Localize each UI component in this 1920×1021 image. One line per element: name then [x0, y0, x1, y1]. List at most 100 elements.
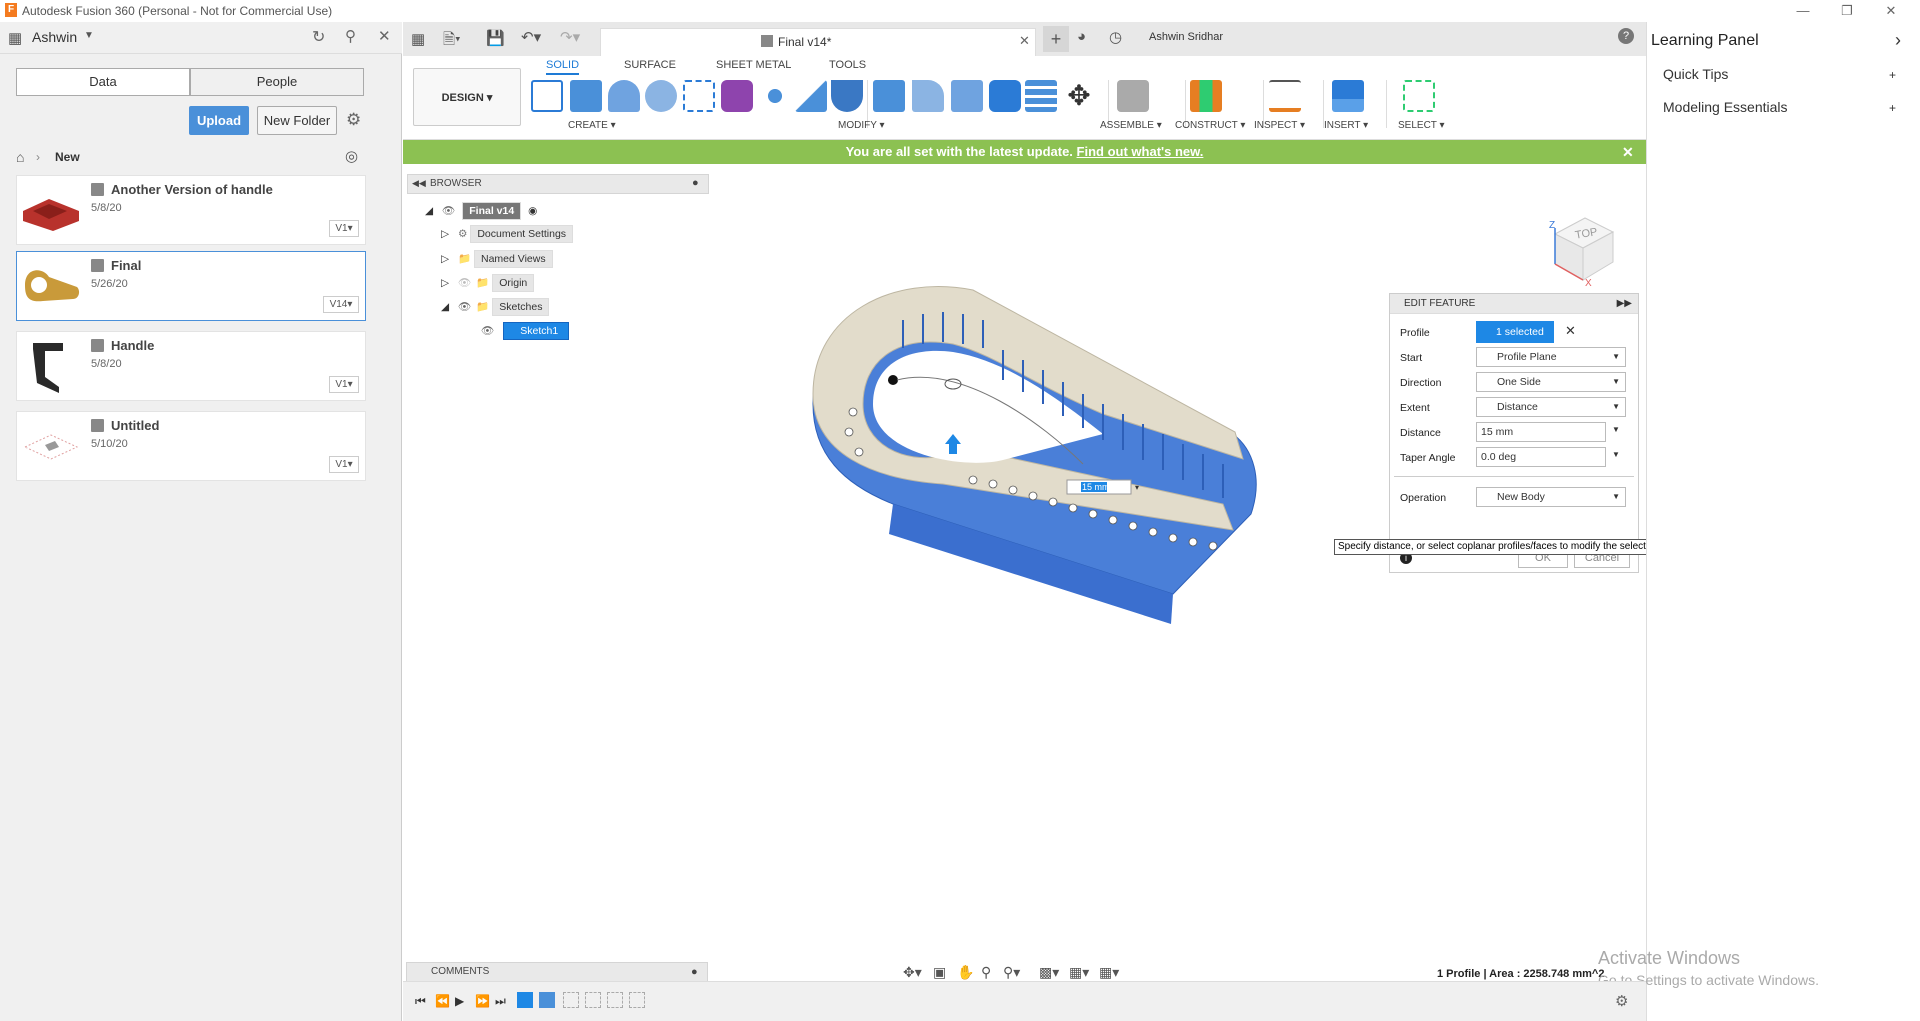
version-badge[interactable]: V1▾ [329, 456, 359, 473]
tab-surface[interactable]: SURFACE [624, 59, 676, 71]
job-status-icon[interactable]: ◷ [1109, 28, 1122, 46]
viewcube[interactable]: TOP Z X [1535, 204, 1625, 294]
user-menu[interactable]: Ashwin [32, 29, 77, 45]
expand-arrow-icon[interactable]: ▷ [441, 228, 449, 240]
expand-plus-icon[interactable]: + [1889, 101, 1896, 115]
grid-apps-icon[interactable]: ▦ [411, 30, 425, 48]
pattern-icon[interactable] [759, 80, 791, 112]
workspace-switcher[interactable]: DESIGN ▾ [413, 68, 521, 126]
dropdown-arrow-icon[interactable]: ▼ [1612, 425, 1620, 434]
file-menu-icon[interactable]: 🗎▾ [443, 29, 461, 54]
file-card[interactable]: Final 5/26/20 V14▾ [16, 251, 366, 321]
tree-item-sketch1[interactable]: 👁 Sketch1 [481, 322, 570, 342]
direction-select[interactable]: One Side ▼ [1476, 372, 1626, 392]
dropdown-arrow-icon[interactable]: ▼ [1612, 450, 1620, 459]
file-card[interactable]: Untitled 5/10/20 V1▾ [16, 411, 366, 481]
pan-hand-icon[interactable]: ✋ [957, 964, 974, 981]
dimension-input[interactable]: 15 mm [1082, 482, 1110, 492]
expand-plus-icon[interactable]: + [1889, 68, 1896, 82]
eye-icon[interactable]: 👁 [481, 325, 494, 337]
model-viewport[interactable]: 15 mm ▾ [803, 284, 1363, 784]
step-back-icon[interactable]: ⏪ [435, 994, 450, 1008]
joint-icon[interactable] [1117, 80, 1149, 112]
comments-panel[interactable]: COMMENTS ● [406, 962, 708, 982]
close-tab-icon[interactable]: ✕ [1019, 33, 1030, 49]
fillet-icon[interactable] [912, 80, 944, 112]
inspect-menu[interactable]: INSPECT ▾ [1254, 120, 1305, 131]
save-icon[interactable]: 💾 [486, 29, 505, 47]
timeline-sketch-feature[interactable] [517, 992, 533, 1008]
add-comment-icon[interactable]: ● [691, 963, 698, 981]
eye-icon[interactable]: 👁 [442, 205, 455, 217]
settings-gear-icon[interactable]: ⚙ [346, 110, 361, 130]
revolve-icon[interactable] [608, 80, 640, 112]
minimize-button[interactable]: — [1790, 2, 1816, 20]
new-tab-button[interactable]: + [1043, 26, 1069, 52]
create-sketch-icon[interactable] [531, 80, 563, 112]
timeline-settings-gear-icon[interactable]: ⚙ [1615, 992, 1628, 1010]
start-select[interactable]: Profile Plane ▼ [1476, 347, 1626, 367]
banner-link[interactable]: Find out what's new. [1077, 144, 1204, 159]
select-menu[interactable]: SELECT ▾ [1398, 120, 1445, 131]
expand-arrow-icon[interactable]: ▷ [441, 253, 449, 265]
fit-icon[interactable]: ⚲▾ [1003, 964, 1020, 981]
tab-solid[interactable]: SOLID [546, 59, 580, 75]
create-form-icon[interactable] [721, 80, 753, 112]
insert-image-icon[interactable] [1332, 80, 1364, 112]
move-icon[interactable]: ✥ [1063, 80, 1095, 112]
file-card[interactable]: Another Version of handle 5/8/20 V1▾ [16, 175, 366, 245]
extensions-icon[interactable]: ◕ [1077, 28, 1086, 45]
activate-radio-icon[interactable]: ◉ [528, 205, 537, 217]
timeline-feature[interactable] [629, 992, 645, 1008]
assemble-menu[interactable]: ASSEMBLE ▾ [1100, 120, 1162, 131]
extent-select[interactable]: Distance ▼ [1476, 397, 1626, 417]
distance-input[interactable]: 15 mm [1476, 422, 1606, 442]
tree-item-root[interactable]: ◢ 👁 Final v14 ◉ [425, 202, 537, 222]
taper-angle-input[interactable]: 0.0 deg [1476, 447, 1606, 467]
hole-icon[interactable] [645, 80, 677, 112]
select-icon[interactable] [1403, 80, 1435, 112]
expand-arrow-icon[interactable]: ▷ [441, 277, 449, 289]
tree-item-origin[interactable]: ▷ 👁 📁 Origin [441, 274, 535, 294]
home-icon[interactable]: ⌂ [16, 149, 24, 165]
display-settings-icon[interactable]: ▩▾ [1039, 964, 1059, 981]
go-to-end-icon[interactable]: ⏭ [495, 994, 506, 1009]
modify-menu[interactable]: MODIFY ▾ [838, 120, 885, 131]
refresh-icon[interactable]: ↻ [312, 27, 325, 47]
breadcrumb[interactable]: New [55, 150, 80, 164]
chevron-right-icon[interactable]: › [1895, 30, 1901, 51]
zoom-icon[interactable]: ⚲ [981, 964, 991, 981]
browser-minimize-icon[interactable]: ● [692, 177, 699, 189]
look-at-icon[interactable]: ▣ [933, 964, 946, 981]
play-icon[interactable]: ▶ [455, 994, 464, 1008]
orbit-icon[interactable]: ✥▾ [903, 964, 922, 981]
rectangular-pattern-icon[interactable] [683, 80, 715, 112]
operation-select[interactable]: New Body ▼ [1476, 487, 1626, 507]
combine-icon[interactable] [1025, 80, 1057, 112]
go-to-start-icon[interactable]: ⏮ [415, 994, 426, 1009]
close-icon[interactable]: ✕ [378, 27, 391, 45]
file-card[interactable]: Handle 5/8/20 V1▾ [16, 331, 366, 401]
expand-dialog-icon[interactable]: ▶▶ [1617, 294, 1632, 314]
tab-tools[interactable]: TOOLS [829, 59, 866, 71]
thicken-icon[interactable] [831, 80, 863, 112]
tree-item-named-views[interactable]: ▷ 📁 Named Views [441, 250, 553, 270]
insert-menu[interactable]: INSERT ▾ [1324, 120, 1368, 131]
chevron-down-icon[interactable]: ▼ [84, 30, 94, 41]
upload-button[interactable]: Upload [189, 106, 249, 135]
timeline-feature[interactable] [585, 992, 601, 1008]
document-tab[interactable]: Final v14* ✕ [600, 28, 1036, 56]
tab-data[interactable]: Data [16, 68, 190, 96]
mirror-icon[interactable] [795, 80, 827, 112]
tab-sheet-metal[interactable]: SHEET METAL [716, 59, 791, 71]
grid-icon[interactable]: ▦ [8, 29, 22, 47]
press-pull-icon[interactable] [873, 80, 905, 112]
edit-feature-header[interactable]: EDIT FEATURE ▶▶ [1390, 294, 1638, 314]
learning-item-modeling-essentials[interactable]: Modeling Essentials [1663, 99, 1788, 115]
help-icon[interactable]: ? [1618, 28, 1634, 44]
tree-item-document-settings[interactable]: ▷ ⚙ Document Settings [441, 225, 574, 246]
shell-icon[interactable] [989, 80, 1021, 112]
learning-item-quick-tips[interactable]: Quick Tips [1663, 66, 1728, 82]
expand-arrow-icon[interactable]: ◢ [441, 301, 449, 313]
maximize-button[interactable]: ❐ [1834, 2, 1860, 20]
